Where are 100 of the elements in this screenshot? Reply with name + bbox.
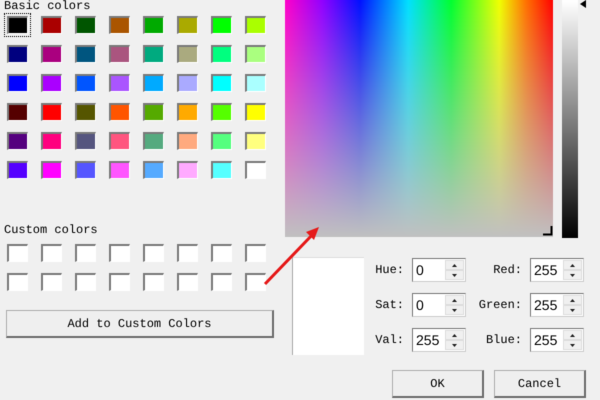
down-arrow-icon <box>570 308 575 312</box>
color-swatch[interactable] <box>208 158 235 182</box>
color-swatch[interactable] <box>38 42 65 66</box>
spin-box[interactable]: 255 <box>412 328 466 352</box>
down-arrow-icon <box>452 344 457 346</box>
color-swatch[interactable] <box>72 129 99 153</box>
custom-color-swatch[interactable] <box>38 270 65 294</box>
color-swatch[interactable] <box>106 42 133 66</box>
custom-color-swatch[interactable] <box>4 241 31 265</box>
field-label: Green: <box>478 298 522 312</box>
section-label: Custom colors <box>3 224 99 236</box>
color-swatch[interactable] <box>38 158 65 182</box>
color-swatch[interactable] <box>242 13 269 37</box>
cancel-button[interactable]: Cancel <box>494 370 586 398</box>
color-swatch[interactable] <box>72 42 99 66</box>
color-swatch[interactable] <box>174 100 201 124</box>
color-swatch[interactable] <box>242 100 269 124</box>
spin-up-button[interactable] <box>445 260 464 270</box>
custom-color-swatch[interactable] <box>174 241 201 265</box>
color-swatch[interactable] <box>4 71 31 95</box>
custom-color-swatch[interactable] <box>72 270 99 294</box>
color-swatch[interactable] <box>140 71 167 95</box>
color-spectrum[interactable] <box>285 0 553 237</box>
spin-box[interactable]: 0 <box>412 258 466 282</box>
spin-down-button[interactable] <box>563 270 582 280</box>
color-swatch[interactable] <box>72 13 99 37</box>
custom-color-swatch[interactable] <box>106 270 133 294</box>
custom-color-swatch[interactable] <box>106 241 133 265</box>
up-arrow-icon <box>570 298 575 302</box>
color-swatch[interactable] <box>140 158 167 182</box>
color-swatch[interactable] <box>106 71 133 95</box>
color-swatch[interactable] <box>106 158 133 182</box>
color-swatch[interactable] <box>174 129 201 153</box>
spin-down-button[interactable] <box>445 305 464 315</box>
spin-up-button[interactable] <box>563 295 582 305</box>
spin-up-button[interactable] <box>563 260 582 270</box>
spin-up-button[interactable] <box>445 330 464 340</box>
color-swatch[interactable] <box>174 13 201 37</box>
spin-up-button[interactable] <box>445 295 464 305</box>
field-label: Val: <box>374 333 404 347</box>
color-swatch[interactable] <box>208 100 235 124</box>
color-swatch[interactable] <box>106 13 133 37</box>
spin-up-button[interactable] <box>563 330 582 340</box>
ok-button[interactable]: OK <box>392 370 484 398</box>
field-label: Hue: <box>374 263 404 277</box>
color-swatch[interactable] <box>208 13 235 37</box>
color-swatch[interactable] <box>174 42 201 66</box>
color-swatch[interactable] <box>140 13 167 37</box>
color-swatch[interactable] <box>208 129 235 153</box>
color-swatch[interactable] <box>72 100 99 124</box>
color-swatch[interactable] <box>106 129 133 153</box>
spin-box[interactable]: 255 <box>530 293 584 317</box>
custom-color-swatch[interactable] <box>174 270 201 294</box>
color-swatch[interactable] <box>38 13 65 37</box>
color-swatch[interactable] <box>174 158 201 182</box>
value-slider[interactable] <box>562 0 586 238</box>
custom-color-swatch[interactable] <box>38 241 65 265</box>
color-swatch[interactable] <box>72 158 99 182</box>
color-swatch[interactable] <box>242 158 269 182</box>
color-swatch[interactable] <box>242 71 269 95</box>
color-swatch[interactable] <box>4 158 31 182</box>
down-arrow-icon <box>452 274 457 276</box>
color-swatch[interactable] <box>4 129 31 153</box>
down-arrow-icon <box>570 274 575 276</box>
color-swatch[interactable] <box>4 13 31 37</box>
color-swatch[interactable] <box>106 100 133 124</box>
spin-down-button[interactable] <box>563 340 582 350</box>
annotation-arrow <box>262 224 322 288</box>
color-swatch[interactable] <box>208 42 235 66</box>
custom-color-swatch[interactable] <box>242 241 269 265</box>
up-arrow-icon <box>452 298 457 302</box>
color-swatch[interactable] <box>242 42 269 66</box>
color-swatch[interactable] <box>242 129 269 153</box>
color-swatch[interactable] <box>72 71 99 95</box>
spin-down-button[interactable] <box>445 340 464 350</box>
color-swatch[interactable] <box>140 42 167 66</box>
custom-color-swatch[interactable] <box>140 270 167 294</box>
spin-box[interactable]: 255 <box>530 258 584 282</box>
slider-thumb[interactable] <box>580 0 586 8</box>
color-swatch[interactable] <box>4 100 31 124</box>
color-swatch[interactable] <box>38 71 65 95</box>
custom-color-swatch[interactable] <box>242 270 269 294</box>
color-swatch[interactable] <box>4 42 31 66</box>
custom-color-swatch[interactable] <box>208 270 235 294</box>
color-swatch[interactable] <box>140 129 167 153</box>
custom-color-swatch[interactable] <box>4 270 31 294</box>
color-swatch[interactable] <box>208 71 235 95</box>
color-swatch[interactable] <box>38 100 65 124</box>
custom-color-swatch[interactable] <box>208 241 235 265</box>
color-swatch[interactable] <box>38 129 65 153</box>
up-arrow-icon <box>452 264 457 266</box>
color-swatch[interactable] <box>174 71 201 95</box>
custom-color-swatch[interactable] <box>72 241 99 265</box>
spin-box[interactable]: 0 <box>412 293 466 317</box>
color-swatch[interactable] <box>140 100 167 124</box>
spin-down-button[interactable] <box>563 305 582 315</box>
add-custom-color-button[interactable]: Add to Custom Colors <box>6 310 274 338</box>
spin-box[interactable]: 255 <box>530 328 584 352</box>
spin-down-button[interactable] <box>445 270 464 280</box>
custom-color-swatch[interactable] <box>140 241 167 265</box>
